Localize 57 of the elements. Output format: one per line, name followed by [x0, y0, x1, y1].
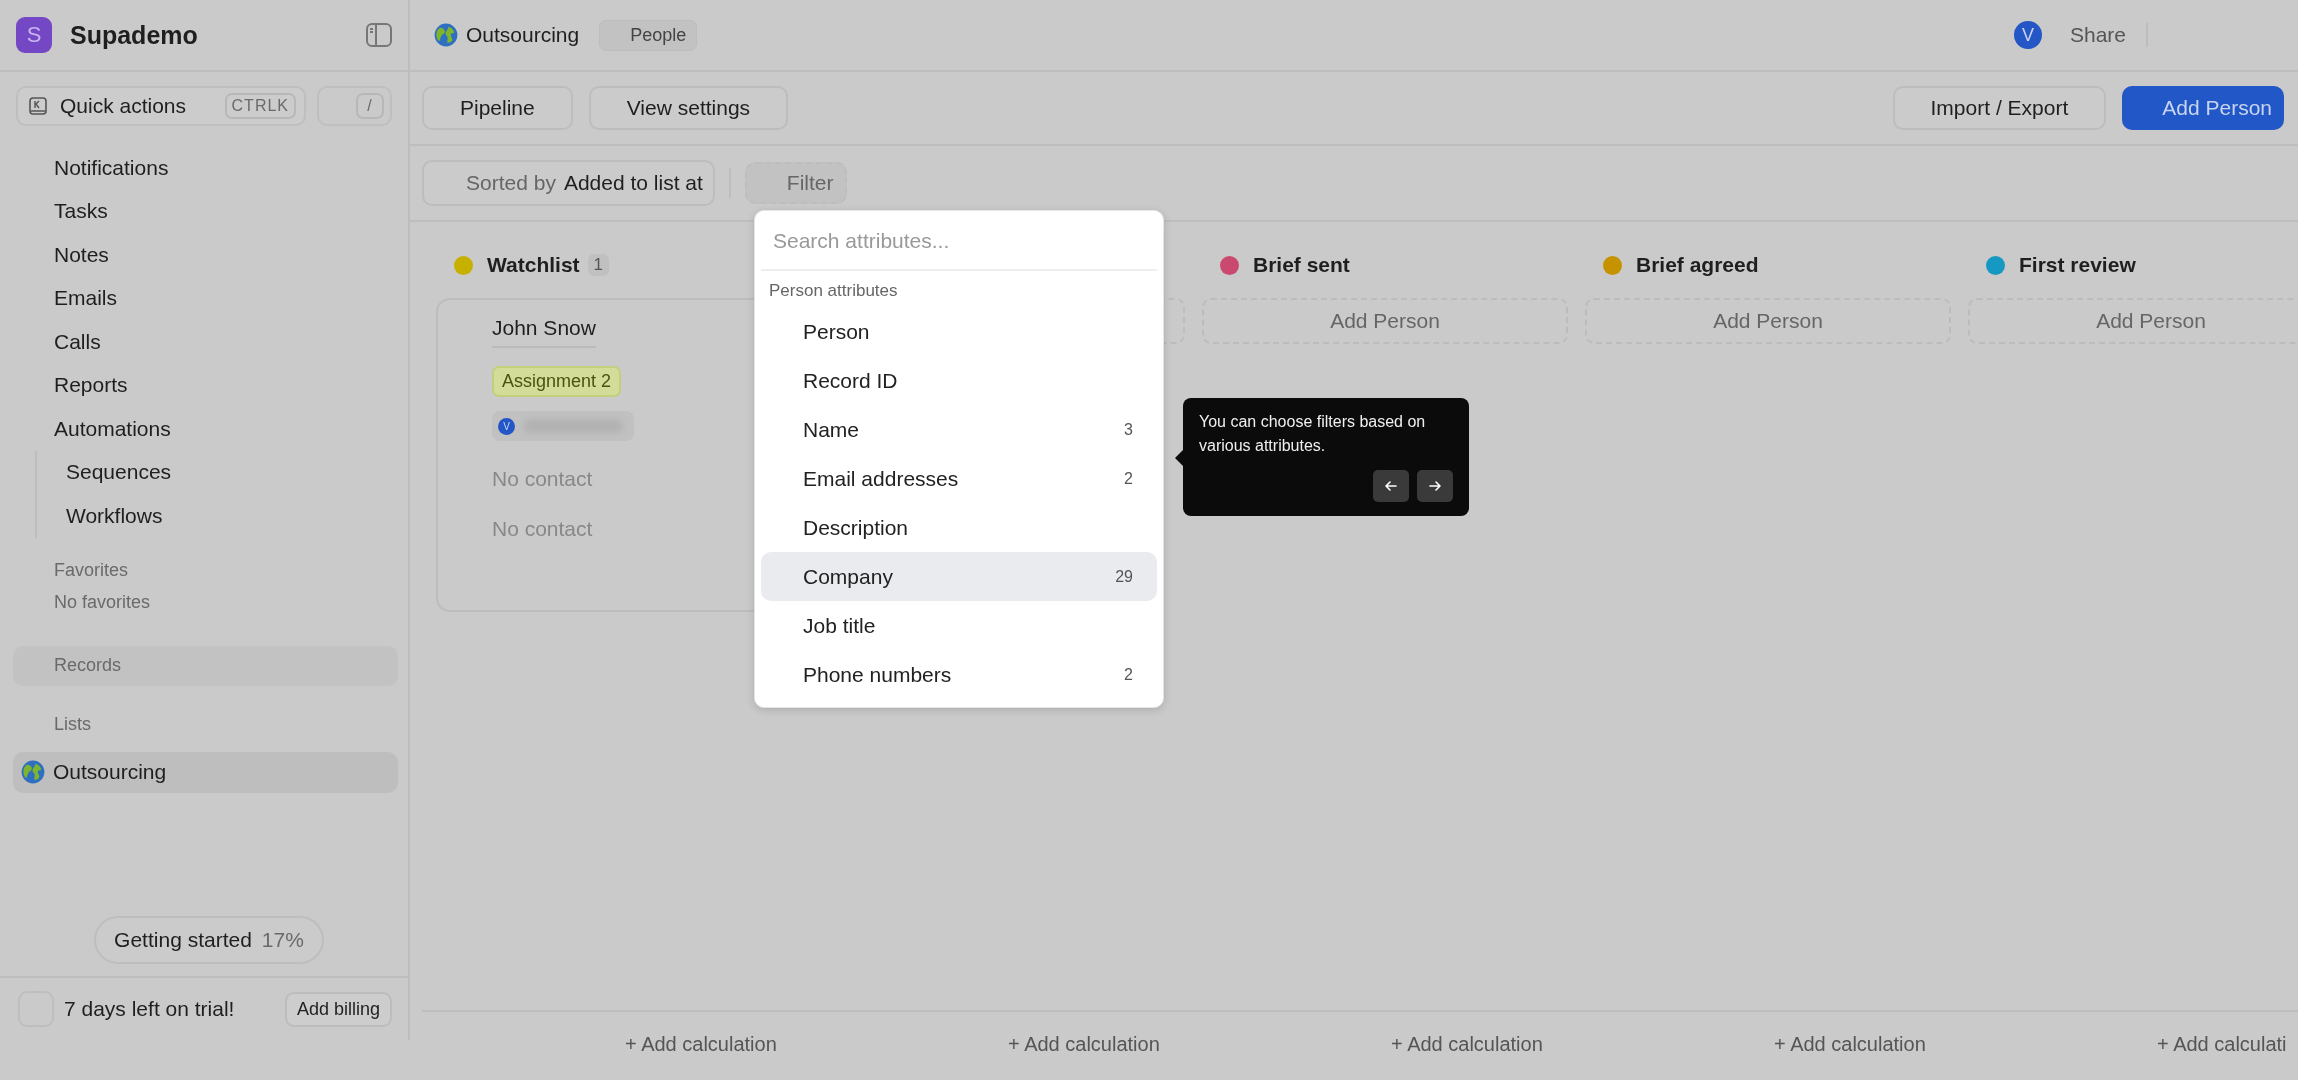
- nav-item[interactable]: Tasks: [54, 189, 408, 233]
- object-badge[interactable]: People: [599, 19, 698, 51]
- tooltip-text: You can choose filters based on various attributes.: [1199, 412, 1427, 456]
- sort-button[interactable]: Sorted by Added to list at: [422, 160, 715, 206]
- empty-message: No favorites: [53, 591, 152, 614]
- section-heading: Lists: [53, 713, 92, 736]
- add-person-button[interactable]: Add Person: [1585, 298, 1951, 344]
- column-title: Watchlist: [487, 253, 580, 277]
- section-heading: Favorites: [53, 559, 130, 582]
- nav-item[interactable]: Notifications: [54, 146, 408, 190]
- sidebar-toggle-icon[interactable]: [366, 23, 392, 47]
- globe-icon: [21, 760, 45, 784]
- add-person-button[interactable]: Add Person: [1202, 298, 1568, 344]
- add-person-button[interactable]: Add Person: [2122, 86, 2284, 130]
- view-button[interactable]: Pipeline: [422, 86, 573, 130]
- search-field[interactable]: Search attributes...: [761, 211, 1157, 271]
- column-title: Brief sent: [1253, 253, 1350, 277]
- add-calculation-link[interactable]: + Add calculation: [625, 1032, 777, 1055]
- column-title: First review: [2019, 253, 2136, 277]
- list-title[interactable]: Outsourcing: [466, 23, 580, 47]
- attribute-option[interactable]: Company 29: [761, 552, 1157, 601]
- add-billing-button[interactable]: Add billing: [284, 991, 392, 1027]
- user-avatar[interactable]: V: [2013, 21, 2042, 49]
- add-calculation-link[interactable]: + Add calculation: [1008, 1032, 1160, 1055]
- trial-message: 7 days left on trial!: [64, 997, 236, 1021]
- add-calculation-link[interactable]: + Add calculation: [1774, 1032, 1926, 1055]
- add-calculation-link[interactable]: + Add calculation: [1391, 1032, 1543, 1055]
- view-button[interactable]: View settings: [588, 86, 789, 130]
- workspace-name[interactable]: Supademo: [70, 20, 348, 50]
- attribute-option[interactable]: Phone numbers 2: [761, 650, 1157, 699]
- next-arrow-button[interactable]: [1417, 470, 1453, 502]
- nav-item[interactable]: Notes: [54, 233, 408, 277]
- left-arrow-icon: [1383, 478, 1399, 494]
- nav-item[interactable]: Emails: [54, 276, 408, 320]
- column-title: Brief agreed: [1636, 253, 1759, 277]
- list-item[interactable]: Outsourcing: [13, 751, 398, 793]
- owner-chip: V: [492, 411, 634, 441]
- nav-item[interactable]: Sequences: [66, 450, 408, 494]
- back-arrow-button[interactable]: [1373, 470, 1409, 502]
- keyboard-key-icon: [28, 96, 48, 116]
- nav-item[interactable]: Calls: [54, 320, 408, 364]
- quick-actions-button[interactable]: Quick actions CTRLK: [16, 86, 306, 126]
- add-calculation-link[interactable]: + Add calculati: [2157, 1032, 2287, 1055]
- count-badge: 1: [587, 254, 610, 276]
- nav-item[interactable]: Workflows: [66, 494, 408, 538]
- nav-item[interactable]: Reports: [54, 363, 408, 407]
- nav-item[interactable]: Automations: [54, 407, 408, 451]
- globe-icon: [434, 23, 458, 47]
- empty-field: No contact: [492, 467, 593, 491]
- tag: Assignment 2: [492, 366, 622, 397]
- empty-field: No contact: [492, 517, 593, 541]
- add-person-button[interactable]: Add Person: [1968, 298, 2298, 344]
- getting-started-button[interactable]: Getting started 17%: [94, 916, 324, 964]
- right-arrow-icon: [1427, 478, 1443, 494]
- share-button[interactable]: Share: [2069, 23, 2148, 47]
- record-name[interactable]: John Snow: [492, 316, 596, 348]
- import-export-button[interactable]: Import / Export: [1892, 86, 2107, 130]
